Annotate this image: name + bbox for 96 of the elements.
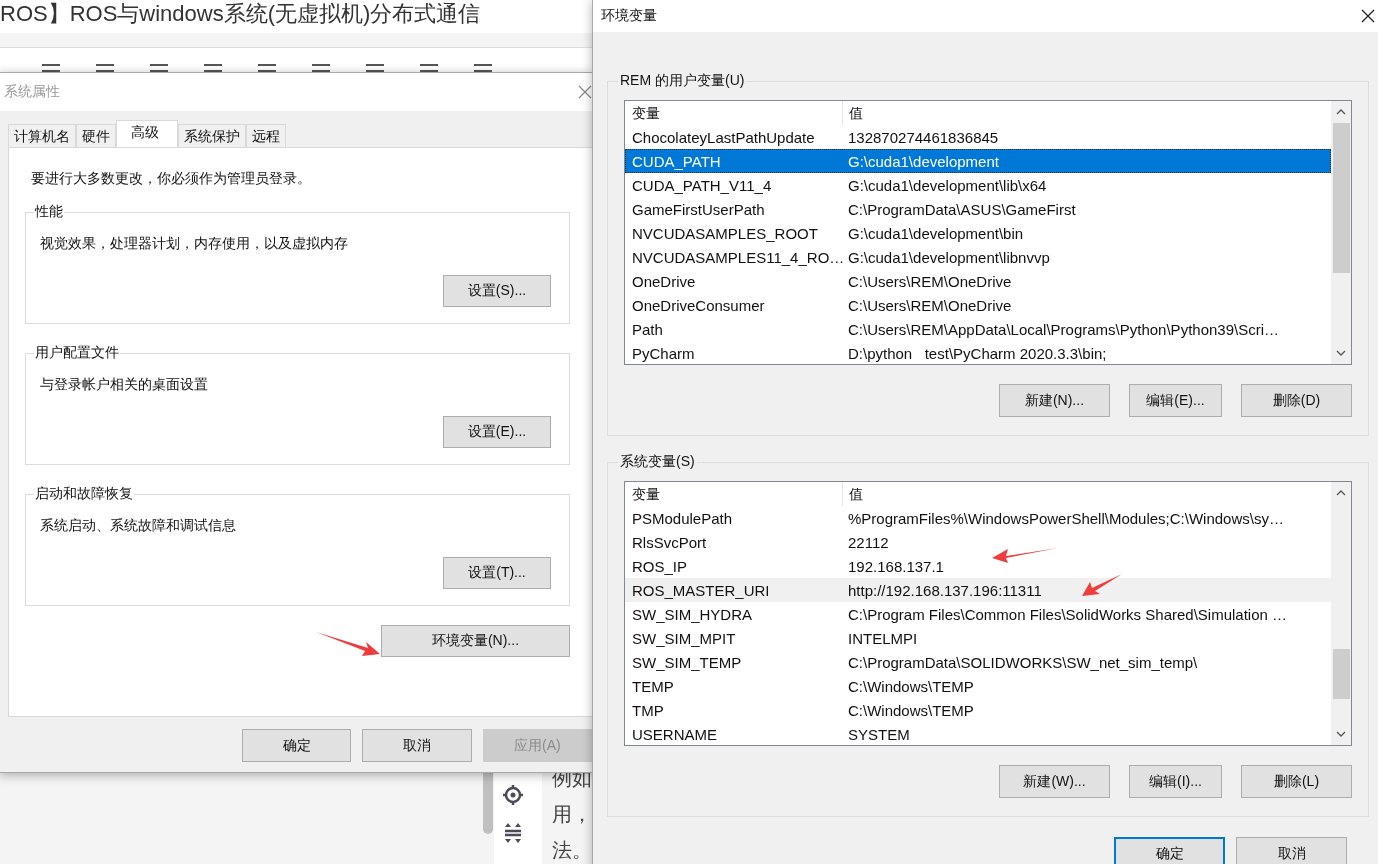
list-action-button[interactable]: 删除(L) (1241, 765, 1352, 798)
variable-row[interactable]: SW_SIM_TEMP C:\ProgramData\SOLIDWORKS\SW_net_sim_temp\ (625, 650, 1331, 674)
notice-text: 要进行大多数更改，你必须作为管理员登录。 (31, 170, 312, 188)
variable-name: PSModulePath (631, 509, 734, 527)
settings-button[interactable]: 设置(E)... (443, 416, 551, 448)
tab[interactable]: 计算机名 (8, 124, 76, 147)
variable-value: G:\cuda1\development\bin (847, 224, 1024, 242)
variable-value: 22112 (847, 533, 889, 551)
list-action-button[interactable]: 编辑(I)... (1129, 765, 1222, 798)
group-label: 启动和故障恢复 (34, 485, 134, 503)
window-title: 系统属性 (4, 83, 60, 101)
variable-name: ChocolateyLastPathUpdate (631, 128, 816, 146)
variable-row[interactable]: ROS_IP 192.168.137.1 (625, 554, 1331, 578)
variable-row[interactable]: CUDA_PATH_V11_4 G:\cuda1\development\lib\x64 (625, 173, 1331, 197)
variable-row[interactable]: TMP C:\Windows\TEMP (625, 698, 1331, 722)
variable-row[interactable]: SW_SIM_MPIT INTELMPI (625, 626, 1331, 650)
variable-value: SYSTEM (847, 725, 910, 743)
variable-name: RlsSvcPort (631, 533, 708, 551)
list-action-button[interactable]: 删除(D) (1241, 384, 1352, 417)
variable-name: OneDriveConsumer (631, 296, 766, 314)
dialog-button[interactable]: 确定 (1114, 837, 1225, 864)
variable-value: C:\ProgramData\SOLIDWORKS\SW_net_sim_temp\ (847, 653, 1198, 671)
variable-value: C:\Program Files\Common Files\SolidWorks Shared\Simulation … (847, 605, 1288, 623)
variable-name: Path (631, 320, 664, 338)
variable-value: G:\cuda1\development (847, 152, 999, 170)
environment-variables-button[interactable]: 环境变量(N)... (381, 625, 570, 657)
variable-value: G:\cuda1\development\libnvvp (847, 248, 1050, 266)
variable-row[interactable]: OneDriveConsumer C:\Users\REM\OneDrive (625, 293, 1331, 317)
tab[interactable]: 系统保护 (178, 124, 246, 147)
tab[interactable]: 高级 (116, 120, 178, 147)
variable-row[interactable]: NVCUDASAMPLES_ROOT G:\cuda1\development\bin (625, 221, 1331, 245)
variable-row[interactable]: SW_SIM_HYDRA C:\Program Files\Common Files\SolidWorks Shared\Simulation … (625, 602, 1331, 626)
variable-name: NVCUDASAMPLES11_4_RO… (631, 248, 842, 266)
variable-name: USERNAME (631, 725, 718, 743)
group-label: 性能 (34, 203, 64, 221)
variable-name: TEMP (631, 677, 675, 695)
variable-name: TMP (631, 701, 665, 719)
variable-value: C:\ProgramData\ASUS\GameFirst (847, 200, 1076, 218)
group-label: 系统变量(S) (619, 453, 696, 471)
list-action-button[interactable]: 编辑(E)... (1129, 384, 1222, 417)
article-text: 法。 (552, 838, 592, 863)
article-text: 用， (552, 802, 592, 827)
variable-value: G:\cuda1\development\lib\x64 (847, 176, 1047, 194)
tab[interactable]: 硬件 (76, 124, 116, 147)
list-action-button[interactable]: 新建(N)... (999, 384, 1110, 417)
variable-name: OneDrive (631, 272, 697, 290)
variable-name: SW_SIM_TEMP (631, 653, 743, 671)
variable-row[interactable]: RlsSvcPort 22112 (625, 530, 1331, 554)
variable-row[interactable]: PSModulePath %ProgramFiles%\WindowsPowerShell\Modules;C:\Windows\sy… (625, 506, 1331, 530)
group-label: 用户配置文件 (34, 344, 120, 362)
list-action-button[interactable]: 新建(W)... (999, 765, 1110, 798)
variable-row[interactable]: NVCUDASAMPLES11_4_RO… G:\cuda1\development\libnvvp (625, 245, 1331, 269)
variable-name: CUDA_PATH_V11_4 (631, 176, 773, 194)
variable-name: PyCharm (631, 344, 696, 362)
variable-value: 192.168.137.1 (847, 557, 944, 575)
variable-name: ROS_IP (631, 557, 689, 575)
tab[interactable]: 远程 (246, 124, 286, 147)
variable-name: ROS_MASTER_URI (631, 581, 771, 599)
variable-value: INTELMPI (847, 629, 918, 647)
variable-value: %ProgramFiles%\WindowsPowerShell\Modules;C:\Windows\sy… (847, 509, 1284, 527)
variable-value: C:\Users\REM\OneDrive (847, 296, 1012, 314)
variable-row[interactable]: GameFirstUserPath C:\ProgramData\ASUS\GameFirst (625, 197, 1331, 221)
group-description: 视觉效果，处理器计划，内存使用，以及虚拟内存 (40, 235, 349, 253)
variable-value: C:\Windows\TEMP (847, 701, 974, 719)
settings-button[interactable]: 设置(T)... (443, 557, 551, 589)
variable-name: CUDA_PATH (631, 152, 722, 170)
variable-name: SW_SIM_MPIT (631, 629, 737, 647)
variable-value: 132870274461836845 (847, 128, 999, 146)
variable-value: C:\Windows\TEMP (847, 677, 974, 695)
settings-button[interactable]: 设置(S)... (443, 275, 551, 307)
variable-row[interactable]: OneDrive C:\Users\REM\OneDrive (625, 269, 1331, 293)
group-description: 系统启动、系统故障和调试信息 (40, 517, 237, 535)
variable-row[interactable]: USERNAME SYSTEM (625, 722, 1331, 745)
variable-row[interactable]: TEMP C:\Windows\TEMP (625, 674, 1331, 698)
column-header[interactable]: 变量 (625, 482, 843, 506)
column-header[interactable]: 变量 (625, 101, 843, 125)
variable-value: C:\Users\REM\OneDrive (847, 272, 1012, 290)
group-description: 与登录帐户相关的桌面设置 (40, 376, 209, 394)
variable-name: SW_SIM_HYDRA (631, 605, 754, 623)
column-header[interactable]: 值 (843, 101, 863, 125)
variable-row[interactable]: CUDA_PATH G:\cuda1\development (625, 149, 1331, 173)
dialog-button[interactable]: 确定 (242, 729, 352, 762)
variable-name: NVCUDASAMPLES_ROOT (631, 224, 819, 242)
variable-row[interactable]: ChocolateyLastPathUpdate 132870274461836845 (625, 125, 1331, 149)
dialog-button[interactable]: 取消 (362, 729, 472, 762)
group-label: REM 的用户变量(U) (619, 72, 746, 90)
variable-row[interactable]: ROS_MASTER_URI http://192.168.137.196:11311 (625, 578, 1331, 602)
window-title: 环境变量 (601, 7, 657, 25)
variable-row[interactable]: PyCharm D:\python test\PyCharm 2020.3.3\bin; (625, 341, 1331, 364)
variable-value: C:\Users\REM\AppData\Local\Programs\Python\Python39\Scri… (847, 320, 1279, 338)
variable-value: D:\python test\PyCharm 2020.3.3\bin; (847, 344, 1107, 362)
variable-row[interactable]: Path C:\Users\REM\AppData\Local\Programs\Python\Python39\Scri… (625, 317, 1331, 341)
dialog-button[interactable]: 取消 (1236, 837, 1347, 864)
variable-name: GameFirstUserPath (631, 200, 766, 218)
column-header[interactable]: 值 (843, 482, 863, 506)
variable-value: http://192.168.137.196:11311 (847, 581, 1042, 599)
